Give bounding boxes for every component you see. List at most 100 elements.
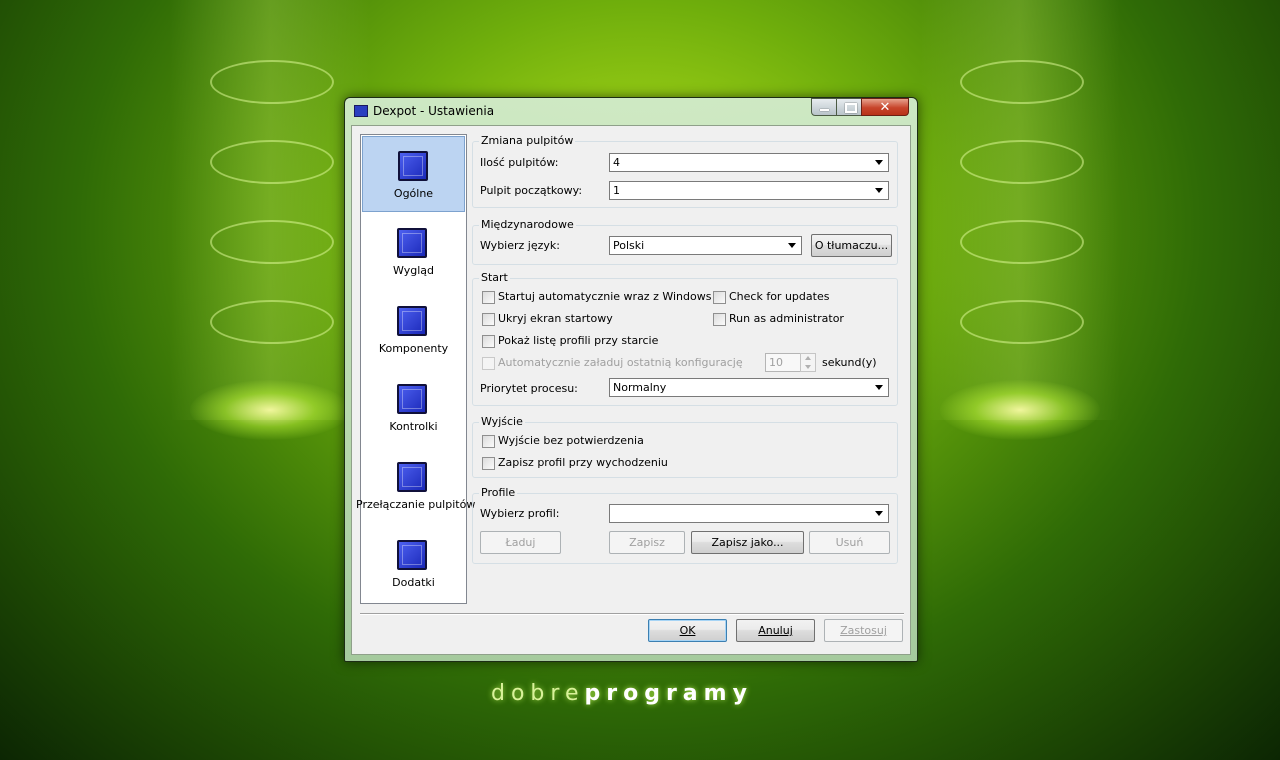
hide-splash-checkbox[interactable]: [482, 313, 495, 326]
combo-value: Normalny: [613, 381, 667, 394]
ok-button[interactable]: OK: [648, 619, 727, 642]
wallpaper-coil: [210, 60, 334, 104]
group-legend: Zmiana pulpitów: [479, 134, 576, 147]
cancel-button[interactable]: Anuluj: [736, 619, 815, 642]
chevron-down-icon[interactable]: [872, 183, 887, 198]
check-updates-checkbox[interactable]: [713, 291, 726, 304]
group-profiles: Profile Wybierz profil: Ładuj Zapisz Zap…: [472, 486, 898, 564]
seconds-unit-label: sekund(y): [822, 356, 877, 369]
spin-value: 10: [769, 356, 783, 369]
group-legend: Międzynarodowe: [479, 218, 576, 231]
cancel-label: Anuluj: [758, 624, 793, 637]
show-profiles-label[interactable]: Pokaż listę profili przy starcie: [498, 334, 658, 347]
profile-select-label: Wybierz profil:: [480, 507, 560, 520]
wallpaper-coil: [210, 140, 334, 184]
wallpaper-coil: [210, 300, 334, 344]
apply-button[interactable]: Zastosuj: [824, 619, 903, 642]
chevron-down-icon[interactable]: [872, 155, 887, 170]
logo-bold: programy: [584, 681, 753, 706]
close-button[interactable]: ✕: [861, 98, 909, 116]
combo-value: Polski: [613, 239, 645, 252]
title-bar[interactable]: Dexpot - Ustawienia ✕: [345, 98, 917, 124]
sidebar-item-components[interactable]: Komponenty: [362, 292, 465, 368]
autostart-label[interactable]: Startuj automatycznie wraz z Windows: [498, 290, 711, 303]
wallpaper-coil: [960, 60, 1084, 104]
wallpaper-coil: [210, 220, 334, 264]
group-international: Międzynarodowe Wybierz język: Polski O t…: [472, 218, 898, 265]
sidebar-item-plugins[interactable]: Dodatki: [362, 526, 465, 602]
start-desktop-label: Pulpit początkowy:: [480, 184, 583, 197]
controls-icon: [397, 384, 427, 414]
group-legend: Profile: [479, 486, 518, 499]
dialog-separator: [360, 613, 904, 615]
translators-button[interactable]: O tłumaczu...: [811, 234, 892, 257]
wallpaper-coil: [960, 300, 1084, 344]
autoload-config-checkbox[interactable]: [482, 357, 495, 370]
components-icon: [397, 306, 427, 336]
profile-select[interactable]: [609, 504, 889, 523]
appearance-icon: [397, 228, 427, 258]
process-priority-select[interactable]: Normalny: [609, 378, 889, 397]
show-profiles-checkbox[interactable]: [482, 335, 495, 348]
sidebar-item-label: Dodatki: [392, 576, 435, 589]
desktop-count-label: Ilość pulpitów:: [480, 156, 559, 169]
sidebar-item-label: Komponenty: [378, 342, 449, 355]
autoload-seconds-stepper[interactable]: [800, 353, 816, 372]
exit-no-confirm-checkbox[interactable]: [482, 435, 495, 448]
exit-no-confirm-label[interactable]: Wyjście bez potwierdzenia: [498, 434, 644, 447]
logo-light: dobre: [491, 681, 585, 706]
sidebar-item-general[interactable]: Ogólne: [362, 136, 465, 212]
sidebar-item-controls[interactable]: Kontrolki: [362, 370, 465, 446]
hide-splash-label[interactable]: Ukryj ekran startowy: [498, 312, 613, 325]
minimize-button[interactable]: [811, 98, 837, 116]
sidebar-item-label: Wygląd: [393, 264, 434, 277]
wallpaper-logo: dobreprogramy: [491, 681, 753, 706]
window-title: Dexpot - Ustawienia: [373, 104, 495, 118]
close-icon: ✕: [879, 100, 891, 115]
autoload-config-label[interactable]: Automatycznie załaduj ostatnią konfigura…: [498, 356, 743, 369]
group-legend: Wyjście: [479, 415, 525, 428]
wallpaper-glow: [190, 380, 350, 440]
ok-label: OK: [679, 624, 696, 637]
load-profile-button[interactable]: Ładuj: [480, 531, 561, 554]
chevron-down-icon[interactable]: [785, 238, 800, 253]
chevron-down-icon[interactable]: [872, 380, 887, 395]
wallpaper-coil: [960, 140, 1084, 184]
save-profile-as-button[interactable]: Zapisz jako...: [691, 531, 804, 554]
group-legend: Start: [479, 271, 510, 284]
save-profile-button[interactable]: Zapisz: [609, 531, 685, 554]
sidebar-item-desktop-switching[interactable]: Przełączanie pulpitów: [356, 448, 475, 524]
run-as-admin-label[interactable]: Run as administrator: [729, 312, 844, 325]
wallpaper-pillar-right: [920, 0, 1120, 440]
wallpaper-coil: [960, 220, 1084, 264]
autostart-checkbox[interactable]: [482, 291, 495, 304]
process-priority-label: Priorytet procesu:: [480, 382, 578, 395]
dialog-client-area: Ogólne Wygląd Komponenty Kontrolki Przeł…: [351, 125, 911, 655]
general-icon: [398, 151, 428, 181]
language-select[interactable]: Polski: [609, 236, 802, 255]
sidebar-item-label: Przełączanie pulpitów: [356, 498, 476, 511]
run-as-admin-checkbox[interactable]: [713, 313, 726, 326]
category-sidebar: Ogólne Wygląd Komponenty Kontrolki Przeł…: [356, 134, 475, 604]
group-exit: Wyjście Wyjście bez potwierdzenia Zapisz…: [472, 415, 898, 478]
delete-profile-button[interactable]: Usuń: [809, 531, 890, 554]
autoload-seconds-input[interactable]: 10: [765, 353, 801, 372]
sidebar-item-appearance[interactable]: Wygląd: [362, 214, 465, 290]
check-updates-label[interactable]: Check for updates: [729, 290, 829, 303]
combo-value: 1: [613, 184, 620, 197]
desktop-count-select[interactable]: 4: [609, 153, 889, 172]
combo-value: 4: [613, 156, 620, 169]
dexpot-app-icon[interactable]: [354, 105, 368, 117]
maximize-button[interactable]: [836, 98, 862, 116]
switching-icon: [397, 462, 427, 492]
wallpaper-glow: [940, 380, 1100, 440]
sidebar-item-label: Kontrolki: [389, 420, 438, 433]
group-start: Start Startuj automatycznie wraz z Windo…: [472, 271, 898, 406]
start-desktop-select[interactable]: 1: [609, 181, 889, 200]
chevron-down-icon[interactable]: [872, 506, 887, 521]
group-desktop-change: Zmiana pulpitów Ilość pulpitów: 4 Pulpit…: [472, 134, 898, 208]
settings-window: Dexpot - Ustawienia ✕ Ogólne Wygląd Komp…: [344, 97, 918, 662]
save-profile-on-exit-checkbox[interactable]: [482, 457, 495, 470]
save-profile-on-exit-label[interactable]: Zapisz profil przy wychodzeniu: [498, 456, 668, 469]
sidebar-item-label: Ogólne: [393, 187, 434, 200]
